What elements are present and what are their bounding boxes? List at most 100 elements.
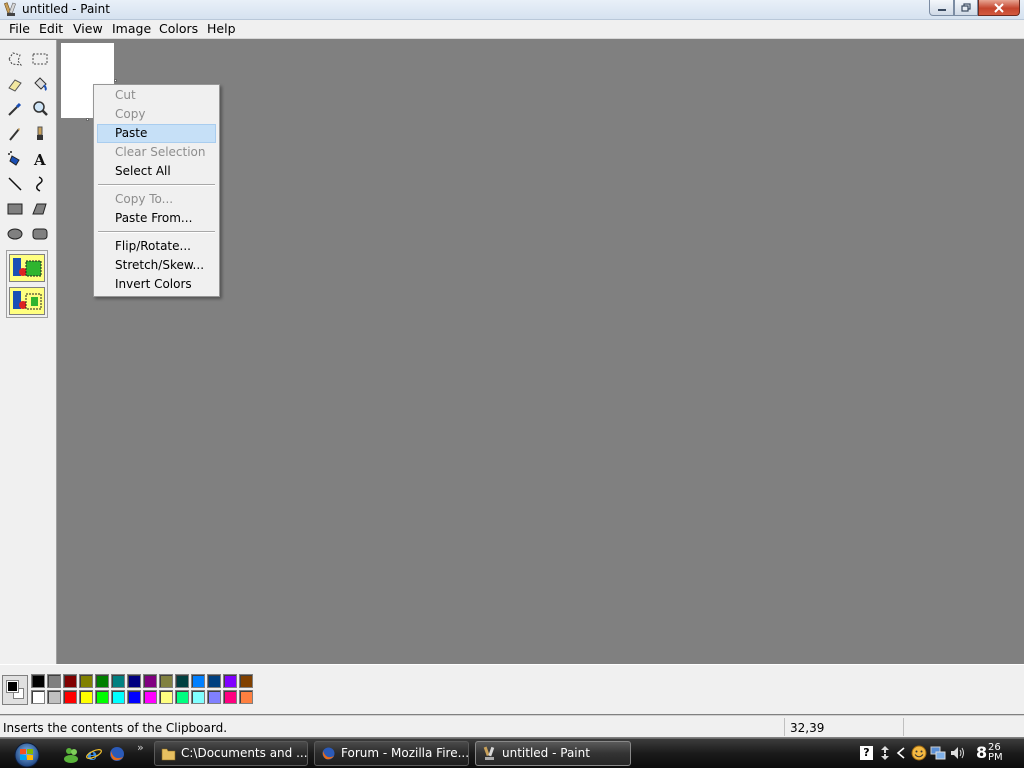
color-swatch[interactable] — [143, 674, 157, 688]
free-form-select-tool[interactable] — [4, 48, 26, 70]
rounded-rectangle-tool[interactable] — [29, 223, 51, 245]
color-swatch[interactable] — [63, 674, 77, 688]
context-menu: Cut Copy Paste Clear Selection Select Al… — [93, 84, 220, 297]
color-swatch[interactable] — [31, 674, 45, 688]
polygon-tool[interactable] — [29, 198, 51, 220]
clock-ampm: PM — [988, 752, 1003, 763]
color-swatch[interactable] — [143, 690, 157, 704]
line-icon — [8, 177, 22, 191]
network-icon[interactable] — [930, 745, 946, 761]
close-button[interactable] — [978, 0, 1020, 16]
text-tool[interactable]: A — [29, 148, 51, 170]
fill-tool[interactable] — [29, 73, 51, 95]
color-swatch[interactable] — [239, 674, 253, 688]
menu-file[interactable]: File — [8, 21, 31, 37]
status-text: Inserts the contents of the Clipboard. — [3, 721, 228, 735]
pick-color-icon — [8, 102, 22, 116]
ctx-stretch-skew[interactable]: Stretch/Skew... — [97, 256, 216, 275]
pick-color-tool[interactable] — [4, 98, 26, 120]
color-swatch[interactable] — [95, 674, 109, 688]
volume-icon[interactable] — [949, 745, 965, 761]
taskbar-button-paint[interactable]: untitled - Paint — [475, 741, 631, 766]
ctx-copy: Copy — [115, 107, 146, 121]
airbrush-tool[interactable] — [4, 148, 26, 170]
color-swatch[interactable] — [159, 690, 173, 704]
color-swatch[interactable] — [223, 674, 237, 688]
menu-edit[interactable]: Edit — [38, 21, 64, 37]
color-swatch[interactable] — [159, 674, 173, 688]
select-tool[interactable] — [29, 48, 51, 70]
color-swatch[interactable] — [175, 674, 189, 688]
clock-hour[interactable]: 8 — [976, 743, 987, 762]
quick-launch-overflow-icon[interactable]: » — [137, 741, 144, 754]
magnifier-icon — [33, 101, 48, 116]
select-icon — [32, 53, 48, 65]
quick-launch-messenger-icon[interactable] — [62, 745, 80, 763]
ctx-select-all[interactable]: Select All — [97, 162, 216, 181]
opaque-option[interactable] — [9, 254, 45, 282]
ellipse-tool[interactable] — [4, 223, 26, 245]
folder-icon — [161, 748, 176, 761]
color-swatch[interactable] — [223, 690, 237, 704]
paint-app-icon[interactable] — [4, 2, 18, 17]
color-swatch[interactable] — [207, 674, 221, 688]
messenger-status-icon[interactable] — [911, 745, 927, 761]
rectangle-tool[interactable] — [4, 198, 26, 220]
pencil-icon — [9, 128, 20, 141]
color-swatch[interactable] — [207, 690, 221, 704]
minimize-button[interactable] — [929, 0, 954, 16]
color-swatch[interactable] — [239, 690, 253, 704]
menu-view[interactable]: View — [72, 21, 104, 37]
color-swatch[interactable] — [63, 690, 77, 704]
magnifier-tool[interactable] — [29, 98, 51, 120]
color-swatch[interactable] — [127, 674, 141, 688]
help-tray-icon[interactable]: ? — [860, 746, 873, 760]
tray-arrows-icon[interactable] — [880, 745, 890, 761]
color-swatch[interactable] — [47, 690, 61, 704]
color-swatch[interactable] — [111, 674, 125, 688]
ctx-paste-from[interactable]: Paste From... — [97, 209, 216, 228]
show-hidden-icons-chevron-icon[interactable] — [896, 747, 906, 759]
color-swatch[interactable] — [111, 690, 125, 704]
resize-handle-bottom[interactable] — [86, 118, 89, 121]
opaque-selection-icon — [13, 258, 42, 277]
color-swatch[interactable] — [95, 690, 109, 704]
color-swatch[interactable] — [31, 690, 45, 704]
ctx-invert-colors[interactable]: Invert Colors — [97, 275, 216, 294]
color-swatch[interactable] — [191, 674, 205, 688]
color-swatch[interactable] — [79, 690, 93, 704]
color-swatch[interactable] — [79, 674, 93, 688]
svg-text:A: A — [33, 151, 46, 168]
brush-tool[interactable] — [29, 123, 51, 145]
polygon-icon — [32, 203, 47, 215]
resize-handle-right[interactable] — [114, 79, 117, 82]
tool-options-box — [6, 250, 48, 318]
line-tool[interactable] — [4, 173, 26, 195]
quick-launch-firefox-icon[interactable] — [108, 745, 126, 763]
color-swatch[interactable] — [47, 674, 61, 688]
foreground-color — [6, 680, 19, 693]
color-swatch[interactable] — [191, 690, 205, 704]
window-title: untitled - Paint — [22, 2, 110, 16]
quick-launch-ie-icon[interactable]: e — [85, 745, 103, 763]
transparent-option[interactable] — [9, 287, 45, 315]
taskbar-button-firefox[interactable]: Forum - Mozilla Fire... — [314, 741, 469, 766]
restore-button[interactable] — [954, 0, 978, 16]
curve-tool[interactable] — [29, 173, 51, 195]
menu-bar: File Edit View Image Colors Help — [0, 20, 1024, 39]
eraser-tool[interactable] — [4, 73, 26, 95]
ctx-flip-rotate[interactable]: Flip/Rotate... — [97, 237, 216, 256]
taskbar-button-explorer[interactable]: C:\Documents and ... — [154, 741, 308, 766]
start-button[interactable] — [6, 742, 48, 768]
color-swatch[interactable] — [127, 690, 141, 704]
ctx-paste[interactable]: Paste — [97, 124, 216, 143]
menu-help[interactable]: Help — [206, 21, 237, 37]
status-divider — [784, 718, 785, 736]
title-bar: untitled - Paint — [0, 0, 1024, 20]
color-swatch[interactable] — [175, 690, 189, 704]
pencil-tool[interactable] — [4, 123, 26, 145]
current-colors[interactable] — [2, 675, 28, 705]
menu-image[interactable]: Image — [111, 21, 152, 37]
clock-minute[interactable]: 26 PM — [988, 743, 1003, 763]
menu-colors[interactable]: Colors — [158, 21, 199, 37]
